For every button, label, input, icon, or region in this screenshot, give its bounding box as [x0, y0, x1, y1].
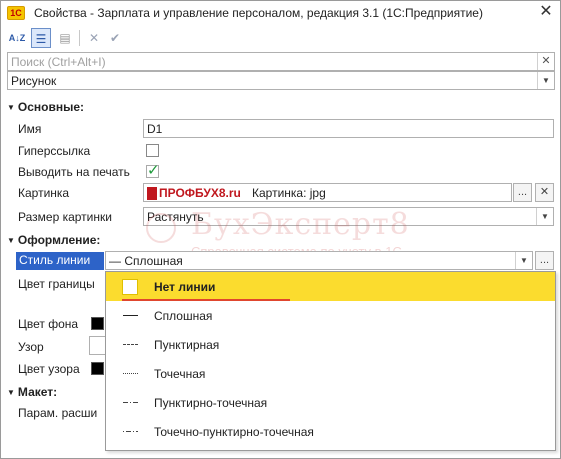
dropdown-item-label: Нет линии — [154, 280, 216, 294]
group-layout-label: Макет: — [17, 385, 58, 399]
logo-mark-icon — [147, 187, 157, 200]
line-style-dropdown: Нет линии Сплошная Пунктирная Точечная Пункт… — [105, 271, 556, 451]
title-bar: 1С Свойства - Зарплата и управление перс… — [1, 1, 560, 25]
border-color-label: Цвет границы — [18, 277, 95, 291]
dropdown-item-label: Точечно-пунктирно-точечная — [154, 425, 314, 439]
line-style-select[interactable]: — Сплошная ▼ — [105, 251, 533, 270]
bg-color-swatch[interactable] — [91, 317, 104, 330]
picture-choose-button[interactable]: ... — [513, 183, 532, 202]
print-checkbox[interactable]: ✓ — [146, 162, 160, 179]
picture-label: Картинка — [18, 186, 70, 200]
dropdown-item-dashed[interactable]: Пунктирная — [106, 330, 555, 359]
dropdown-item-dot-dash-dot[interactable]: Точечно-пунктирно-точечная — [106, 417, 555, 446]
line-style-value: — Сплошная — [109, 254, 183, 268]
search-clear-icon[interactable]: ✕ — [537, 53, 554, 70]
hyperlink-label: Гиперссылка — [18, 144, 91, 158]
sort-alphabetical-icon[interactable]: A↓Z — [7, 28, 27, 48]
name-label: Имя — [18, 122, 42, 136]
picture-field[interactable]: ПРОФБУХ8.ru Картинка: jpg — [143, 183, 512, 202]
watermark-title: БухЭксперт8 — [191, 207, 410, 242]
group-main[interactable]: ▼ Основные: — [7, 100, 84, 114]
properties-window: 1С Свойства - Зарплата и управление перс… — [0, 0, 561, 459]
picture-size-label: Размер картинки — [18, 210, 112, 224]
group-by-categories-icon[interactable]: ☰ — [31, 28, 51, 48]
name-value: D1 — [147, 122, 163, 136]
group-design[interactable]: ▼ Оформление: — [7, 233, 100, 247]
watermark-logo-icon — [146, 213, 176, 243]
checkmark-icon: ✓ — [147, 162, 160, 179]
group-layout[interactable]: ▼ Макет: — [7, 385, 57, 399]
name-field[interactable]: D1 — [143, 119, 554, 138]
cancel-icon[interactable]: ✕ — [84, 28, 104, 48]
collapse-triangle-icon[interactable]: ▼ — [7, 388, 15, 397]
dotted-line-icon — [123, 373, 138, 374]
picture-value: Картинка: jpg — [252, 186, 326, 200]
dash-dot-line-icon — [123, 402, 138, 403]
picture-clear-button[interactable]: ✕ — [535, 183, 554, 202]
dropdown-item-label: Пунктирно-точечная — [154, 396, 268, 410]
print-label: Выводить на печать — [18, 165, 130, 179]
window-title: Свойства - Зарплата и управление персона… — [34, 6, 483, 20]
search-placeholder: Поиск (Ctrl+Alt+I) — [11, 55, 106, 69]
line-style-choose-button[interactable]: ... — [535, 251, 554, 270]
toolbar: A↓Z ☰ ▤ ✕ ✔ — [1, 26, 560, 51]
group-main-label: Основные: — [17, 100, 85, 114]
dropdown-item-dotted[interactable]: Точечная — [106, 359, 555, 388]
solid-line-icon — [123, 315, 138, 316]
chevron-down-icon[interactable]: ▼ — [515, 252, 532, 269]
close-window-icon[interactable]: ✕ — [538, 4, 554, 20]
dropdown-item-label: Точечная — [154, 367, 206, 381]
pattern-color-swatch[interactable] — [91, 362, 104, 375]
collapse-triangle-icon[interactable]: ▼ — [7, 236, 15, 245]
logo-text: ПРОФБУХ8.ru — [159, 186, 241, 200]
dot-dash-dot-line-icon — [123, 431, 138, 432]
pattern-color-label: Цвет узора — [18, 362, 80, 376]
dropdown-item-label: Пунктирная — [154, 338, 220, 352]
line-style-label: Стиль линии — [16, 252, 104, 270]
pattern-label: Узор — [18, 340, 44, 354]
object-selector[interactable]: Рисунок ▼ — [7, 71, 555, 90]
hyperlink-checkbox[interactable] — [146, 144, 159, 157]
dropdown-item-solid[interactable]: Сплошная — [106, 301, 555, 330]
dropdown-item-none[interactable]: Нет линии — [106, 272, 555, 301]
group-design-label: Оформление: — [17, 233, 101, 247]
chevron-down-icon[interactable]: ▼ — [537, 72, 554, 89]
search-input[interactable]: Поиск (Ctrl+Alt+I) ✕ — [7, 52, 555, 71]
other-properties-icon[interactable]: ▤ — [55, 28, 75, 48]
collapse-triangle-icon[interactable]: ▼ — [7, 103, 15, 112]
profbuh-logo: ПРОФБУХ8.ru — [147, 186, 249, 201]
bg-color-label: Цвет фона — [18, 317, 79, 331]
dashed-line-icon — [123, 344, 138, 345]
app-1c-icon: 1С — [7, 6, 25, 20]
ext-params-label: Парам. расши — [18, 406, 98, 420]
object-selector-value: Рисунок — [11, 74, 57, 88]
no-line-icon — [122, 279, 138, 295]
chevron-down-icon[interactable]: ▼ — [536, 208, 553, 225]
dropdown-item-dash-dot[interactable]: Пунктирно-точечная — [106, 388, 555, 417]
apply-icon[interactable]: ✔ — [105, 28, 125, 48]
dropdown-item-label: Сплошная — [154, 309, 213, 323]
toolbar-separator — [79, 30, 80, 46]
